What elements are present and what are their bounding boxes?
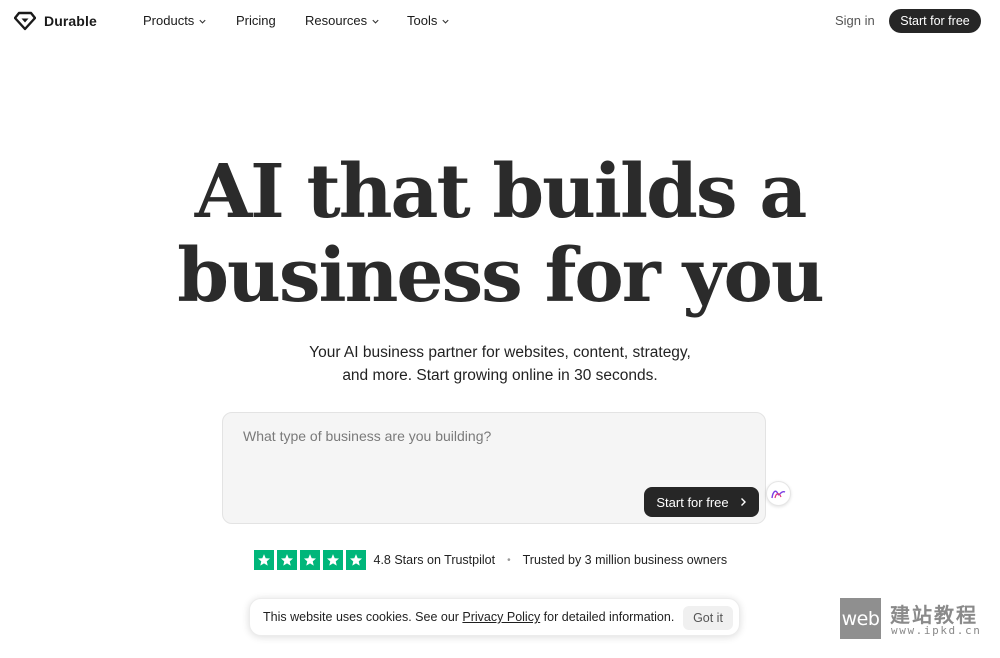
star-icon	[277, 550, 297, 570]
cookie-text-after: for detailed information.	[540, 610, 675, 624]
chevron-right-icon	[740, 498, 746, 506]
subtitle-line: and more. Start growing online in 30 sec…	[342, 367, 658, 384]
trust-row: 4.8 Stars on Trustpilot • Trusted by 3 m…	[254, 550, 727, 570]
subtitle-line: Your AI business partner for websites, c…	[309, 344, 691, 361]
hero-subtitle: Your AI business partner for websites, c…	[0, 341, 1000, 387]
chevron-down-icon	[199, 19, 206, 24]
nav-item-label: Tools	[407, 13, 438, 28]
got-it-button[interactable]: Got it	[683, 606, 733, 630]
prompt-start-label: Start for free	[656, 494, 729, 510]
headline-line: business for you	[177, 233, 824, 319]
site-watermark: web 建站教程 www.ipkd.cn	[840, 598, 1000, 640]
cookie-message: This website uses cookies. See our Priva…	[263, 610, 674, 624]
nav-item-label: Resources	[305, 13, 368, 28]
chevron-down-icon	[372, 19, 379, 24]
assistant-icon[interactable]	[766, 481, 791, 506]
privacy-policy-link[interactable]: Privacy Policy	[462, 610, 540, 624]
nav-item-products[interactable]: Products	[143, 13, 207, 28]
business-type-input[interactable]	[243, 428, 743, 444]
watermark-box: web	[840, 598, 881, 639]
star-icon	[300, 550, 320, 570]
brand-logo[interactable]: Durable	[14, 11, 97, 31]
star-icon	[323, 550, 343, 570]
hero-headline: AI that builds a business for you	[0, 150, 1000, 318]
top-nav: Durable Products Pricing Resources Tools…	[0, 0, 1000, 42]
star-icon	[254, 550, 274, 570]
start-for-free-button[interactable]: Start for free	[889, 9, 981, 33]
assistant-swirl-icon	[771, 490, 786, 499]
cookie-banner: This website uses cookies. See our Priva…	[249, 598, 740, 636]
separator-dot: •	[507, 554, 511, 566]
headline-line: AI that builds a	[194, 149, 808, 235]
watermark-url: www.ipkd.cn	[891, 624, 982, 637]
cookie-text-before: This website uses cookies. See our	[263, 610, 463, 624]
chevron-down-icon	[442, 19, 449, 24]
nav-item-resources[interactable]: Resources	[305, 13, 380, 28]
diamond-logo-icon	[14, 11, 36, 31]
trustpilot-rating-text: 4.8 Stars on Trustpilot	[373, 553, 496, 567]
nav-item-tools[interactable]: Tools	[407, 13, 450, 28]
nav-item-label: Products	[143, 13, 195, 28]
trusted-by-text: Trusted by 3 million business owners	[522, 553, 728, 567]
business-prompt-box[interactable]: Start for free	[222, 412, 766, 524]
star-icon	[346, 550, 366, 570]
nav-item-pricing[interactable]: Pricing	[236, 13, 276, 28]
nav-item-label: Pricing	[236, 13, 276, 28]
trustpilot-stars	[254, 550, 366, 570]
brand-name: Durable	[44, 13, 97, 29]
sign-in-link[interactable]: Sign in	[835, 13, 875, 28]
prompt-start-button[interactable]: Start for free	[644, 487, 759, 517]
